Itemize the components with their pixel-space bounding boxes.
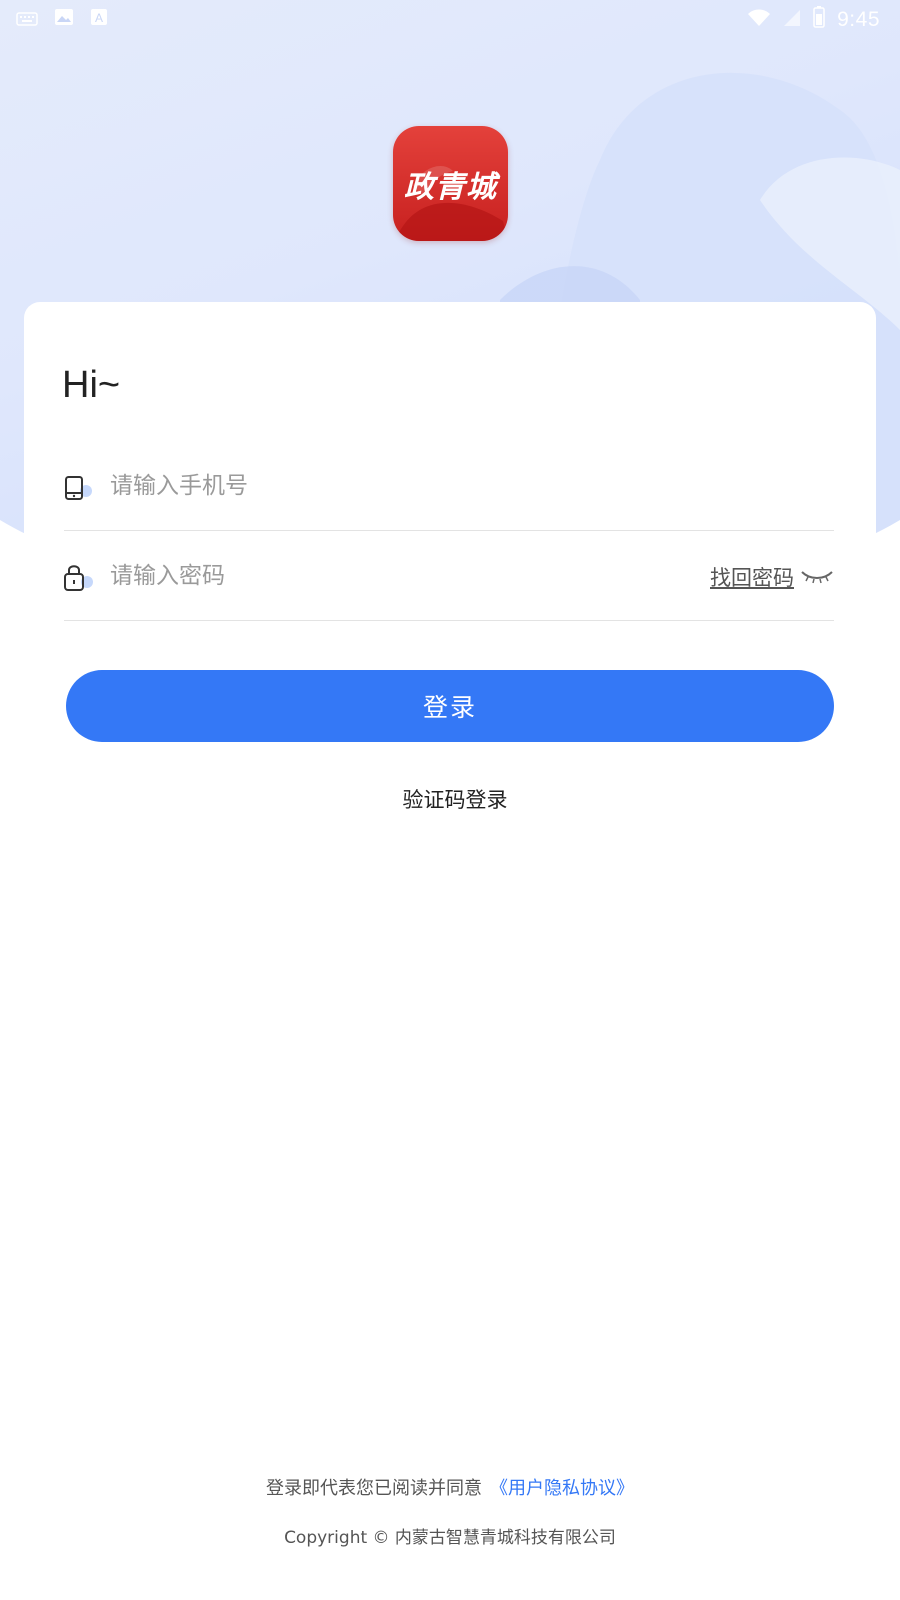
sms-login-link[interactable]: 验证码登录 [0,784,900,814]
app-logo: 政青城 [393,126,508,241]
phone-field [64,440,834,531]
image-icon [54,7,74,31]
battery-icon [813,6,825,33]
wifi-icon [747,8,771,32]
forgot-password-link[interactable]: 找回密码 [710,562,794,592]
agreement-text: 登录即代表您已阅读并同意 《用户隐私协议》 [0,1474,900,1500]
svg-text:A: A [95,11,103,25]
lock-icon [64,563,94,593]
keyboard-icon [16,7,38,31]
agreement-prefix: 登录即代表您已阅读并同意 [266,1478,482,1499]
copyright-text: Copyright © 内蒙古智慧青城科技有限公司 [284,1528,616,1548]
greeting: Hi~ [62,364,121,406]
eye-closed-icon[interactable] [800,568,834,588]
status-bar: A 9:45 [0,0,900,36]
login-button[interactable]: 登录 [66,670,834,742]
font-a-icon: A [90,7,108,31]
logo-text: 政青城 [404,170,497,205]
password-field: 找回密码 [64,530,834,621]
password-input[interactable] [110,556,670,596]
phone-icon [64,473,94,503]
privacy-agreement-link[interactable]: 《用户隐私协议》 [490,1478,634,1499]
phone-input[interactable] [110,466,670,506]
status-time: 9:45 [837,7,880,31]
signal-icon [783,8,801,32]
